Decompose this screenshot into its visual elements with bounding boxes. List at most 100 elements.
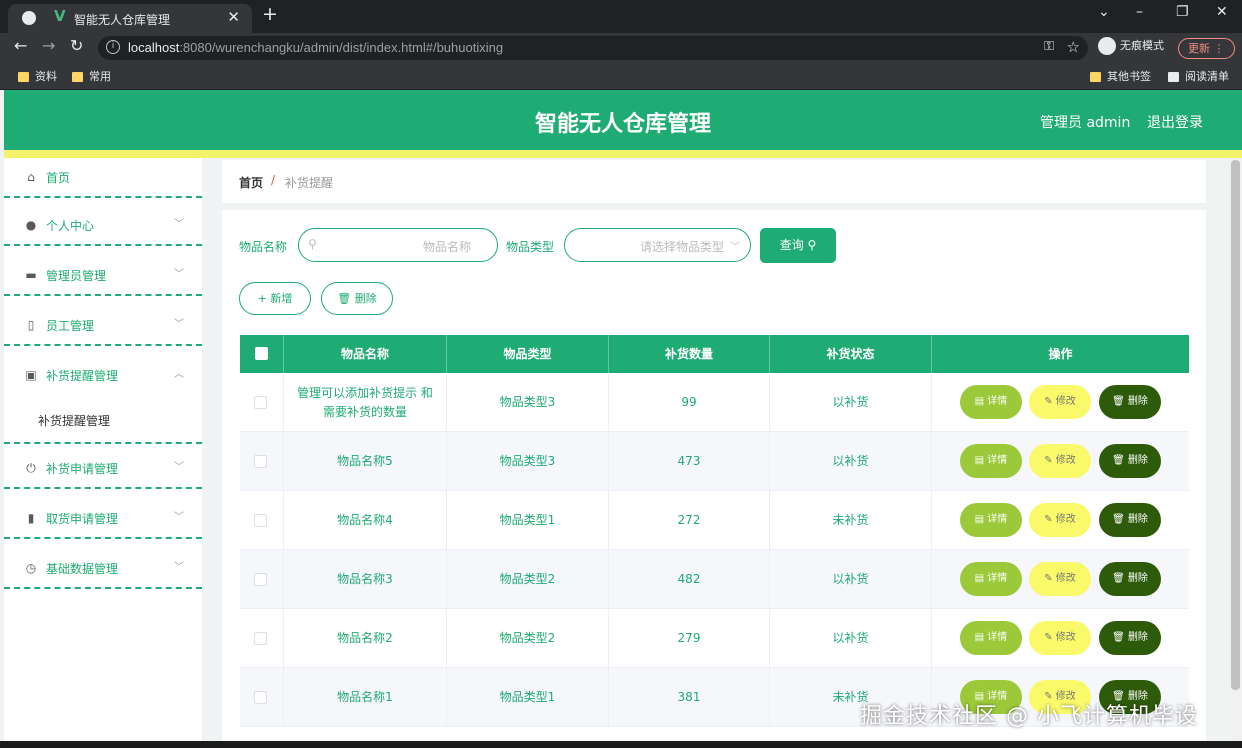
select-all-checkbox[interactable] (255, 347, 268, 360)
star-icon[interactable]: ☆ (1067, 38, 1080, 56)
table-row: 物品名称3 物品类型2 482 以补货 ▤ 详情 ✎ 修改 🗑 删除 (240, 550, 1189, 609)
restock-qty-cell: 279 (609, 609, 770, 668)
type-filter-label: 物品类型 (506, 240, 555, 254)
reading-list[interactable]: 阅读清单 (1168, 68, 1229, 84)
item-name-cell: 物品名称5 (284, 432, 447, 491)
detail-button[interactable]: ▤ 详情 (960, 503, 1022, 537)
restock-status-cell: 以补货 (770, 432, 932, 491)
sidebar-item-pickup-requests[interactable]: ▮ 取货申请管理 ﹀ (4, 499, 202, 539)
home-icon: ⌂ (27, 170, 35, 184)
new-tab-icon[interactable]: + (262, 3, 278, 25)
update-label: 更新 (1188, 42, 1210, 55)
update-button[interactable]: 更新 ⋮ (1178, 38, 1235, 59)
add-button[interactable]: + 新增 (239, 282, 311, 315)
info-icon[interactable]: i (106, 40, 120, 54)
delete-button[interactable]: 🗑 删除 (1099, 444, 1161, 478)
breadcrumb-home[interactable]: 首页 (239, 174, 263, 191)
sidebar-item-staff[interactable]: ▯ 员工管理 ﹀ (4, 306, 202, 346)
vue-logo-icon: V (54, 7, 66, 25)
row-checkbox[interactable] (254, 573, 267, 586)
detail-button[interactable]: ▤ 详情 (960, 562, 1022, 596)
delete-button[interactable]: 🗑 删除 (1099, 621, 1161, 655)
type-select[interactable]: 请选择物品类型 ﹀ (564, 228, 751, 262)
breadcrumb: 首页 / 补货提醒 (222, 160, 1206, 203)
sidebar-item-label: 员工管理 (46, 319, 95, 333)
edit-button[interactable]: ✎ 修改 (1029, 444, 1091, 478)
scrollbar-thumb[interactable] (1231, 160, 1240, 690)
table-header: 物品名称 物品类型 补货数量 补货状态 操作 (240, 335, 1189, 373)
restock-qty-cell: 381 (609, 668, 770, 727)
name-filter-label: 物品名称 (239, 240, 288, 254)
bookmarks-bar: 资料 常用 其他书签 阅读清单 (0, 62, 1242, 90)
logout-button[interactable]: 退出登录 (1147, 112, 1203, 132)
restore-icon[interactable]: ❐ (1176, 4, 1189, 20)
page-scrollbar[interactable] (1229, 158, 1242, 748)
delete-button[interactable]: 🗑 删除 (1099, 562, 1161, 596)
app-header: 智能无人仓库管理 管理员 admin 退出登录 (4, 90, 1242, 150)
folder-icon (72, 72, 83, 82)
sidebar-item-restock-requests[interactable]: ⏻ 补货申请管理 ﹀ (4, 449, 202, 489)
incognito-indicator[interactable]: 无痕模式 (1098, 37, 1164, 55)
edit-button[interactable]: ✎ 修改 (1029, 503, 1091, 537)
address-bar[interactable]: i localhost:8080/wurenchangku/admin/dist… (98, 36, 1088, 60)
table-row: 物品名称4 物品类型1 272 未补货 ▤ 详情 ✎ 修改 🗑 删除 (240, 491, 1189, 550)
checkbox-cell (240, 491, 284, 550)
row-checkbox[interactable] (254, 396, 267, 409)
row-checkbox[interactable] (254, 514, 267, 527)
bookmark-folder[interactable]: 常用 (72, 68, 111, 84)
sidebar-item-restock-reminders[interactable]: ▣ 补货提醒管理 ︿ (4, 356, 202, 396)
restock-qty-cell: 482 (609, 550, 770, 609)
row-checkbox[interactable] (254, 632, 267, 645)
forward-icon[interactable]: → (42, 36, 55, 55)
sidebar-item-admins[interactable]: ▬ 管理员管理 ﹀ (4, 256, 202, 296)
key-icon[interactable]: ⚿ (1044, 39, 1054, 54)
browser-tab-bar: V 智能无人仓库管理 ✕ + ⌄ – ❐ ✕ (0, 0, 1242, 33)
row-checkbox[interactable] (254, 455, 267, 468)
reload-icon[interactable]: ↻ (70, 36, 83, 55)
sidebar-item-profile[interactable]: ● 个人中心 ﹀ (4, 206, 202, 246)
chevron-down-icon: ﹀ (174, 562, 184, 573)
edit-button[interactable]: ✎ 修改 (1029, 385, 1091, 419)
edit-button[interactable]: ✎ 修改 (1029, 562, 1091, 596)
sidebar-item-label: 基础数据管理 (46, 562, 119, 576)
table-row: 物品名称2 物品类型2 279 以补货 ▤ 详情 ✎ 修改 🗑 删除 (240, 609, 1189, 668)
query-button[interactable]: 查询 ⚲ (760, 228, 836, 263)
url-path: :8080/wurenchangku/admin/dist/index.html… (179, 40, 504, 55)
col-header: 补货数量 (609, 335, 770, 373)
ticket-icon: ▬ (25, 268, 37, 282)
delete-button[interactable]: 🗑 删除 (1099, 503, 1161, 537)
item-name-cell: 物品名称1 (284, 668, 447, 727)
row-checkbox[interactable] (254, 691, 267, 704)
other-bookmarks[interactable]: 其他书签 (1090, 68, 1151, 84)
sidebar-item-home[interactable]: ⌂ 首页 (4, 158, 202, 198)
submenu-item-restock-reminders[interactable]: 补货提醒管理 (4, 396, 202, 444)
power-icon: ⏻ (26, 461, 36, 475)
detail-button[interactable]: ▤ 详情 (960, 385, 1022, 419)
col-header: 操作 (1048, 347, 1073, 361)
item-name-cell: 管理可以添加补货提示 和需要补货的数量 (284, 373, 447, 432)
batch-delete-button[interactable]: 🗑 删除 (321, 282, 393, 315)
taskbar (0, 741, 1242, 748)
detail-button[interactable]: ▤ 详情 (960, 621, 1022, 655)
minimize-icon[interactable]: – (1136, 4, 1143, 20)
bookmark-folder[interactable]: 资料 (18, 68, 57, 84)
col-header: 补货状态 (770, 335, 932, 373)
sidebar-item-label: 管理员管理 (46, 269, 107, 283)
sidebar-item-base-data[interactable]: ◷ 基础数据管理 ﹀ (4, 549, 202, 589)
detail-button[interactable]: ▤ 详情 (960, 444, 1022, 478)
browser-tab[interactable]: V 智能无人仓库管理 ✕ (8, 4, 252, 33)
close-tab-icon[interactable]: ✕ (227, 8, 240, 26)
name-search-input[interactable]: ⚲ 物品名称 (298, 228, 498, 262)
close-window-icon[interactable]: ✕ (1216, 4, 1228, 20)
edit-button[interactable]: ✎ 修改 (1029, 621, 1091, 655)
restock-status-cell: 以补货 (770, 550, 932, 609)
tab-search-icon[interactable]: ⌄ (1098, 4, 1110, 20)
checkbox-cell (240, 550, 284, 609)
chevron-up-icon: ︿ (174, 369, 184, 380)
delete-button[interactable]: 🗑 删除 (1099, 385, 1161, 419)
back-icon[interactable]: ← (14, 36, 27, 55)
item-type-cell: 物品类型3 (447, 432, 609, 491)
sidebar-item-label: 取货申请管理 (46, 512, 119, 526)
item-type-cell: 物品类型2 (447, 609, 609, 668)
chevron-down-icon: ﹀ (174, 512, 184, 523)
